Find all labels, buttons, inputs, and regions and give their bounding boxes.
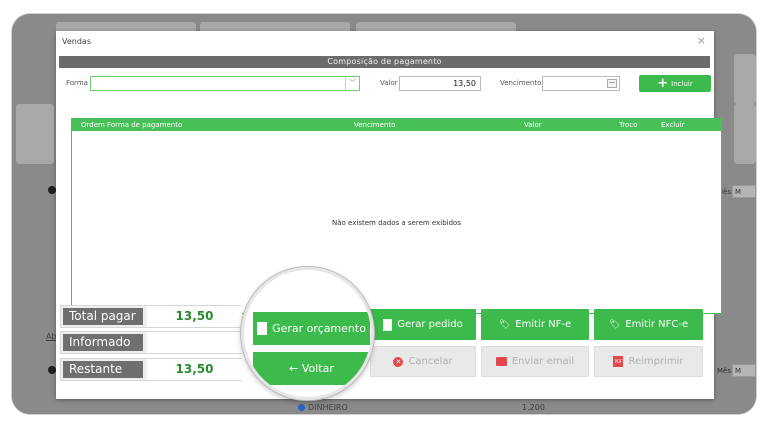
bg-mes-select: M xyxy=(732,185,756,198)
enviar-email-label: Enviar email xyxy=(511,356,575,367)
restante-row: Restante 13,50 xyxy=(60,358,242,381)
incluir-button[interactable]: + Incluir xyxy=(639,75,711,92)
forma-label: Forma xyxy=(66,79,88,87)
informado-row: Informado xyxy=(60,331,242,354)
bg-card xyxy=(734,104,756,164)
legend-dinheiro: DINHEIRO xyxy=(308,403,348,412)
total-pagar-row: Total pagar 13,50 xyxy=(60,305,242,328)
payment-form: Forma ﹀ Valor 13,50 Vencimento + Incluir xyxy=(56,74,714,92)
reimprimir-label: Reimprimir xyxy=(628,356,684,367)
valor-input[interactable]: 13,50 xyxy=(399,76,481,91)
col-troco[interactable]: Troco xyxy=(619,121,637,129)
chevron-down-icon[interactable]: ﹀ xyxy=(345,77,359,90)
gerar-orcamento-button[interactable]: Gerar orçamento xyxy=(253,312,370,345)
informado-value xyxy=(147,332,242,353)
total-pagar-label: Total pagar xyxy=(63,308,143,325)
vencimento-label: Vencimento xyxy=(500,79,542,87)
emitir-nfe-button[interactable]: 🏷 Emitir NF-e xyxy=(481,309,589,340)
legend-dot xyxy=(298,404,305,411)
voltar-button[interactable]: ← Voltar xyxy=(253,352,370,385)
restante-value: 13,50 xyxy=(147,359,242,380)
cancelar-label: Cancelar xyxy=(408,356,453,367)
section-title: Composição de pagamento xyxy=(59,56,710,68)
forma-select[interactable]: ﹀ xyxy=(90,76,360,91)
emitir-nfce-label: Emitir NFC-e xyxy=(625,319,689,330)
mail-icon xyxy=(495,357,507,366)
col-excluir[interactable]: Excluir xyxy=(661,121,685,129)
calendar-icon[interactable] xyxy=(607,79,617,88)
axis-tick: 1.200 xyxy=(522,403,545,412)
vencimento-input[interactable] xyxy=(542,76,620,91)
informado-label: Informado xyxy=(63,334,143,351)
gerar-orcamento-label: Gerar orçamento xyxy=(272,322,366,335)
incluir-label: Incluir xyxy=(671,79,693,88)
gerar-pedido-button[interactable]: Gerar pedido xyxy=(370,309,476,340)
plus-icon: + xyxy=(657,75,669,91)
bg-link: Ab xyxy=(46,332,57,341)
app-frame: Mês M Mês M Ab DINHEIRO 1.200 Vendas × C… xyxy=(12,14,756,414)
bg-card xyxy=(16,104,54,164)
col-ordem-forma[interactable]: Ordem Forma de pagamento xyxy=(81,121,182,129)
info-icon xyxy=(48,186,56,194)
reimprimir-button[interactable]: PDF Reimprimir xyxy=(594,346,703,377)
pdf-icon: PDF xyxy=(613,356,624,367)
nfe-tag-icon: 🏷 xyxy=(498,319,511,330)
restante-label: Restante xyxy=(63,361,143,378)
empty-message: Não existem dados a serem exibidos xyxy=(332,219,461,227)
dialog-title: Vendas xyxy=(62,37,91,46)
col-valor[interactable]: Valor xyxy=(524,121,542,129)
bg-card xyxy=(734,54,756,104)
close-icon[interactable]: × xyxy=(697,34,706,47)
magnifier-spotlight: Gerar orçamento ← Voltar xyxy=(241,267,374,400)
emitir-nfce-button[interactable]: 🏷 Emitir NFC-e xyxy=(594,309,703,340)
voltar-label: ← Voltar xyxy=(289,362,334,375)
total-pagar-value: 13,50 xyxy=(147,306,242,327)
info-icon xyxy=(48,366,56,374)
enviar-email-button[interactable]: Enviar email xyxy=(481,346,589,377)
document-icon xyxy=(383,318,393,331)
col-vencimento[interactable]: Vencimento xyxy=(354,121,395,129)
emitir-nfe-label: Emitir NF-e xyxy=(515,319,572,330)
nfce-tag-icon: 🏷 xyxy=(608,319,621,330)
bg-mes-label: Mês xyxy=(717,367,731,375)
valor-label: Valor xyxy=(380,79,398,87)
cancel-circle-icon: ✕ xyxy=(393,356,404,367)
bg-mes-select: M xyxy=(732,364,756,377)
payments-grid: Ordem Forma de pagamento Vencimento Valo… xyxy=(71,118,722,314)
gerar-pedido-label: Gerar pedido xyxy=(397,319,463,330)
cancelar-button[interactable]: ✕ Cancelar xyxy=(370,346,476,377)
document-icon xyxy=(257,322,268,335)
grid-header: Ordem Forma de pagamento Vencimento Valo… xyxy=(72,119,721,131)
